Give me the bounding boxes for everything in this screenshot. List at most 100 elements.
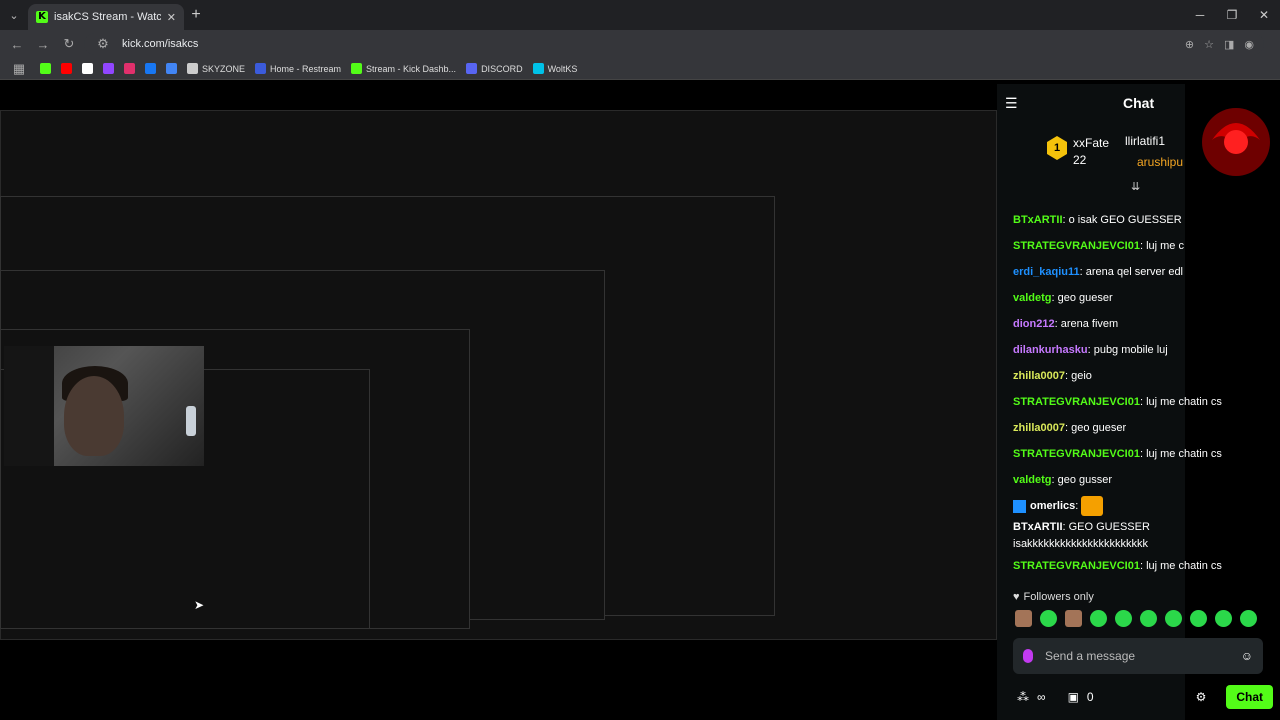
points-count: ∞ [1037,690,1046,704]
emote-icon[interactable] [1065,610,1082,627]
chat-username[interactable]: omerlics [1030,500,1075,512]
expand-chevron-icon[interactable]: ⇊ [1131,180,1140,193]
chat-username[interactable]: valdetg [1013,474,1052,486]
chat-username[interactable]: dion212 [1013,318,1055,330]
emote-icon[interactable] [1015,610,1032,627]
chat-username[interactable]: erdi_kaqiu11 [1013,266,1080,278]
gifter-badge-icon: 1 [1047,136,1067,160]
chat-footer: ⁂ ∞ ▣ 0 ⚙ Chat [1017,684,1273,710]
site-info-icon[interactable]: ⚙ [92,36,114,52]
chat-username[interactable]: STRATEGVRANJEVCI01 [1013,448,1140,460]
tab-title: isakCS Stream - Watch Live on K [54,11,161,23]
emote-icon[interactable] [1190,610,1207,627]
chat-message-input[interactable]: Send a message ☺ [1013,638,1263,674]
emote-icon[interactable] [1165,610,1182,627]
streamer-face [64,376,124,456]
chat-text: luj me chatin cs [1146,448,1222,460]
minimize-icon[interactable]: ─ [1184,8,1216,22]
bookmark-skyzone[interactable]: SKYZONE [187,63,245,74]
restream-icon [255,63,267,74]
chat-username[interactable]: STRATEGVRANJEVCI01 [1013,240,1140,252]
twitch-bookmark-icon[interactable] [103,63,114,74]
gear-icon[interactable]: ⚙ [1196,690,1207,704]
emote-icon[interactable] [1115,610,1132,627]
gift-count: 0 [1086,690,1094,704]
chat-message: STRATEGVRANJEVCI01: luj me c [1013,240,1184,252]
url-field[interactable]: ⚙ kick.com/isakcs ⊕ ☆ ◨ ◉ [84,33,1264,55]
kick-bookmark-icon[interactable] [40,63,51,74]
heart-icon: ♥ [1013,591,1020,603]
folder-icon [187,63,198,74]
address-bar: ← → ↻ ⚙ kick.com/isakcs ⊕ ☆ ◨ ◉ [0,30,1280,58]
bookmark-kick-dashboard[interactable]: Stream - Kick Dashb... [351,63,456,74]
chat-message: omerlics: [1013,493,1278,519]
chat-message: STRATEGVRANJEVCI01: luj me chatin cs [1013,396,1222,408]
bookmark-discord[interactable]: DISCORD [466,63,523,74]
message-placeholder: Send a message [1045,649,1136,663]
bookmark-label: Home - Restream [270,63,342,74]
youtube-bookmark-icon[interactable] [61,63,72,74]
maximize-icon[interactable]: ❐ [1216,8,1248,22]
emote-icon[interactable] [1240,610,1257,627]
emote-icon[interactable] [1215,610,1232,627]
points-icon[interactable]: ⁂ [1017,690,1029,704]
chat-message: valdetg: geo gusser [1013,474,1113,486]
emote-icon [1081,496,1104,517]
x-bookmark-icon[interactable] [82,63,93,74]
collapse-chat-icon[interactable]: ☰ [1005,95,1018,112]
top-gifters[interactable]: 1 xxFate 22 llirlatifi1 arushipu [1047,132,1187,172]
bookmark-woltks[interactable]: WoltKS [532,63,577,74]
facebook-bookmark-icon[interactable] [145,63,156,74]
chat-username[interactable]: STRATEGVRANJEVCI01 [1013,560,1140,572]
chat-username[interactable]: valdetg [1013,292,1052,304]
chat-username[interactable]: STRATEGVRANJEVCI01 [1013,396,1140,408]
chat-message: zhilla0007: geio [1013,370,1092,382]
stream-video[interactable]: ➤ [0,84,997,720]
chat-text: arena fivem [1060,318,1119,330]
chat-text: luj me c [1146,240,1184,252]
gifter-name-2: llirlatifi1 [1125,134,1166,148]
reload-icon[interactable]: ↻ [58,36,80,52]
chat-text: arena qel server edl [1085,266,1184,278]
gifter-name-3: arushipu [1137,155,1184,169]
star-icon[interactable]: ☆ [1204,38,1214,51]
mic-icon[interactable] [1023,649,1033,663]
send-chat-button[interactable]: Chat [1226,685,1273,709]
chat-text: geo gueser [1071,422,1127,434]
back-icon[interactable]: ← [6,37,28,52]
emote-icon[interactable] [1140,610,1157,627]
followers-only-notice: ♥ Followers only [1013,591,1094,603]
chat-username[interactable]: zhilla0007 [1013,422,1065,434]
bookmark-restream[interactable]: Home - Restream [255,63,341,74]
kick-icon [351,63,363,74]
emote-icon[interactable] [1040,610,1057,627]
apps-grid-icon[interactable]: ▦ [8,61,30,77]
chat-message: zhilla0007: geo gueser [1013,422,1127,434]
chat-username[interactable]: BTxARTII [1013,521,1063,533]
window-controls: ─ ❐ ✕ [1184,8,1280,22]
browser-tab[interactable]: K isakCS Stream - Watch Live on K ✕ [28,4,184,30]
verified-badge-icon [1013,499,1026,513]
google-bookmark-icon[interactable] [166,63,177,74]
chat-message: dion212: arena fivem [1013,318,1119,330]
water-bottle [186,406,196,436]
profile-icon[interactable]: ◉ [1244,38,1254,51]
chat-username[interactable]: zhilla0007 [1013,370,1065,382]
gift-icon[interactable]: ▣ [1068,690,1079,704]
close-tab-icon[interactable]: ✕ [167,11,176,24]
chat-username[interactable]: BTxARTII [1013,214,1063,226]
forward-icon[interactable]: → [32,37,54,52]
close-window-icon[interactable]: ✕ [1248,8,1280,22]
bookmark-label: DISCORD [481,63,523,74]
emote-icon[interactable] [1090,610,1107,627]
bookmarks-bar: ▦ SKYZONE Home - Restream Stream - Kick … [0,58,1280,80]
chat-title: Chat [1123,95,1155,111]
smile-icon[interactable]: ☺ [1241,649,1253,663]
tab-search-icon[interactable]: ⌄ [0,0,28,30]
chat-text: geo gueser [1057,292,1113,304]
instagram-bookmark-icon[interactable] [124,63,135,74]
extension-icon[interactable]: ◨ [1224,38,1234,51]
zoom-icon[interactable]: ⊕ [1185,38,1194,51]
chat-username[interactable]: dilankurhasku [1013,344,1088,356]
new-tab-button[interactable]: + [184,6,208,24]
